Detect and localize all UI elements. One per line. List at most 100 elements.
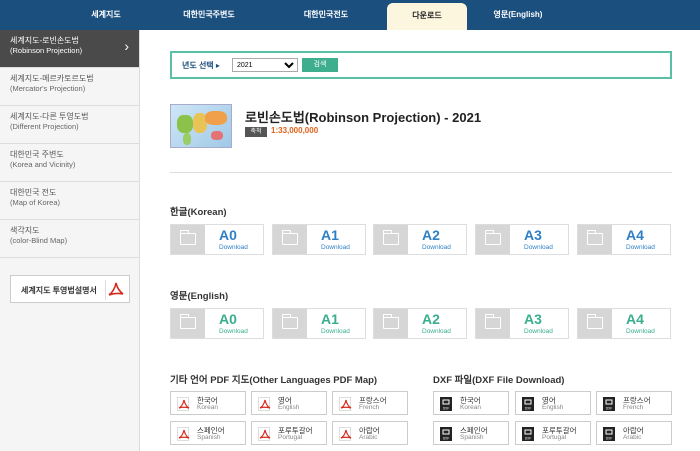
sidebar-item-mercator[interactable]: 세계지도-메르카토르도법 (Mercator's Projection) xyxy=(0,68,139,106)
pdf-portugal-button[interactable]: 포루투갈어 Portugal xyxy=(251,421,327,445)
download-label: Download xyxy=(321,328,350,335)
korean-download-a1[interactable]: A1 Download xyxy=(272,224,366,255)
search-button[interactable]: 검색 xyxy=(302,58,338,72)
dxf-arabic-button[interactable]: DXF 아랍어 Arabic xyxy=(596,421,672,445)
language-sublabel: Spanish xyxy=(460,434,484,441)
map-thumbnail xyxy=(170,104,232,148)
language-sublabel: Portugal xyxy=(542,434,567,441)
svg-text:DXF: DXF xyxy=(606,437,612,441)
language-sublabel: English xyxy=(278,404,300,411)
download-label: Download xyxy=(422,328,451,335)
top-nav: 세계지도 대한민국주변도 대한민국전도 다운로드 영문(English) xyxy=(0,0,700,30)
dxf-korean-button[interactable]: DXF 한국어 Korean xyxy=(433,391,509,415)
folder-download-icon xyxy=(476,309,510,338)
dxf-file-icon: DXF xyxy=(603,427,615,441)
dxf-spanish-button[interactable]: DXF 스페인어 Spanish xyxy=(433,421,509,445)
korean-download-a3[interactable]: A3 Download xyxy=(475,224,569,255)
sidebar-item-label: 세계지도-로빈손도법 xyxy=(10,36,79,45)
pdf-french-button[interactable]: 프랑스어 French xyxy=(332,391,408,415)
tab-korea-map[interactable]: 대한민국전도 xyxy=(290,0,362,30)
dxf-french-button[interactable]: DXF 프랑스어 French xyxy=(596,391,672,415)
language-sublabel: Portugal xyxy=(278,434,303,441)
tab-english[interactable]: 영문(English) xyxy=(482,0,554,30)
year-search-box: 년도 선택 ▸ 2021 검색 xyxy=(170,51,672,79)
pdf-icon xyxy=(339,427,352,441)
pdf-arabic-button[interactable]: 아랍어 Arabic xyxy=(332,421,408,445)
english-download-a1[interactable]: A1 Download xyxy=(272,308,366,339)
paper-size: A0 xyxy=(219,227,237,243)
paper-size: A3 xyxy=(524,227,542,243)
tab-korea-vicinity[interactable]: 대한민국주변도 xyxy=(168,0,250,30)
tab-download[interactable]: 다운로드 xyxy=(387,3,467,30)
english-download-a4[interactable]: A4 Download xyxy=(577,308,671,339)
folder-download-icon xyxy=(171,225,205,254)
sidebar-item-sublabel: (Different Projection) xyxy=(10,122,79,131)
paper-size: A4 xyxy=(626,227,644,243)
folder-download-icon xyxy=(374,309,408,338)
tab-world-map[interactable]: 세계지도 xyxy=(70,0,142,30)
other-pdf-section-title: 기타 언어 PDF 지도(Other Languages PDF Map) xyxy=(170,375,378,386)
paper-size: A1 xyxy=(321,311,339,327)
paper-size: A0 xyxy=(219,311,237,327)
chevron-right-icon: › xyxy=(124,38,129,54)
sidebar-item-label: 대한민국 주변도 xyxy=(10,150,64,159)
sidebar-item-label: 색각지도 xyxy=(10,226,40,235)
dxf-file-icon: DXF xyxy=(603,397,615,411)
download-label: Download xyxy=(219,328,248,335)
sidebar-item-robinson[interactable]: 세계지도-로빈손도법 (Robinson Projection) › xyxy=(0,30,139,68)
sidebar-item-sublabel: (Korea and Vicinity) xyxy=(10,160,76,169)
dxf-portugal-button[interactable]: DXF 포루투갈어 Portugal xyxy=(515,421,591,445)
download-label: Download xyxy=(626,328,655,335)
korean-download-a2[interactable]: A2 Download xyxy=(373,224,467,255)
language-sublabel: Spanish xyxy=(197,434,221,441)
pdf-spanish-button[interactable]: 스페인어 Spanish xyxy=(170,421,246,445)
dxf-file-icon: DXF xyxy=(440,397,452,411)
korean-download-a0[interactable]: A0 Download xyxy=(170,224,264,255)
paper-size: A4 xyxy=(626,311,644,327)
pdf-icon xyxy=(339,397,352,411)
dxf-section-title: DXF 파일(DXF File Download) xyxy=(433,375,565,386)
svg-text:DXF: DXF xyxy=(606,407,612,411)
english-section-title: 영문(English) xyxy=(170,291,229,302)
svg-text:DXF: DXF xyxy=(443,407,449,411)
folder-download-icon xyxy=(578,309,612,338)
english-download-a2[interactable]: A2 Download xyxy=(373,308,467,339)
pdf-icon xyxy=(258,397,271,411)
download-label: Download xyxy=(219,244,248,251)
map-title: 로빈손도법(Robinson Projection) - 2021 xyxy=(245,110,482,125)
folder-download-icon xyxy=(171,309,205,338)
dxf-file-icon: DXF xyxy=(522,397,534,411)
korean-download-a4[interactable]: A4 Download xyxy=(577,224,671,255)
sidebar: 세계지도-로빈손도법 (Robinson Projection) › 세계지도-… xyxy=(0,30,140,451)
pdf-icon xyxy=(105,280,125,300)
sidebar-item-sublabel: (Robinson Projection) xyxy=(10,46,83,55)
pdf-english-button[interactable]: 영어 English xyxy=(251,391,327,415)
pdf-korean-button[interactable]: 한국어 Korean xyxy=(170,391,246,415)
folder-download-icon xyxy=(374,225,408,254)
sidebar-item-korea-vicinity[interactable]: 대한민국 주변도 (Korea and Vicinity) xyxy=(0,144,139,182)
paper-size: A2 xyxy=(422,227,440,243)
download-label: Download xyxy=(422,244,451,251)
language-sublabel: Korean xyxy=(197,404,218,411)
dxf-english-button[interactable]: DXF 영어 English xyxy=(515,391,591,415)
svg-text:DXF: DXF xyxy=(443,437,449,441)
sidebar-item-different[interactable]: 세계지도-다른 투영도법 (Different Projection) xyxy=(0,106,139,144)
english-download-a0[interactable]: A0 Download xyxy=(170,308,264,339)
download-label: Download xyxy=(524,328,553,335)
year-select[interactable]: 2021 xyxy=(232,58,298,72)
paper-size: A3 xyxy=(524,311,542,327)
dxf-file-icon: DXF xyxy=(522,427,534,441)
manual-button-label: 세계지도 투영법설명서 xyxy=(21,286,97,295)
sidebar-item-sublabel: (color-Blind Map) xyxy=(10,236,68,245)
sidebar-item-sublabel: (Mercator's Projection) xyxy=(10,84,86,93)
sidebar-item-color-blind[interactable]: 색각지도 (color-Blind Map) xyxy=(0,220,139,258)
sidebar-item-korea-map[interactable]: 대한민국 전도 (Map of Korea) xyxy=(0,182,139,220)
english-download-a3[interactable]: A3 Download xyxy=(475,308,569,339)
language-sublabel: Arabic xyxy=(623,434,642,441)
projection-manual-button[interactable]: 세계지도 투영법설명서 xyxy=(10,275,130,303)
download-label: Download xyxy=(524,244,553,251)
language-sublabel: French xyxy=(623,404,644,411)
paper-size: A2 xyxy=(422,311,440,327)
sidebar-item-label: 세계지도-다른 투영도법 xyxy=(10,112,89,121)
pdf-icon xyxy=(177,427,190,441)
